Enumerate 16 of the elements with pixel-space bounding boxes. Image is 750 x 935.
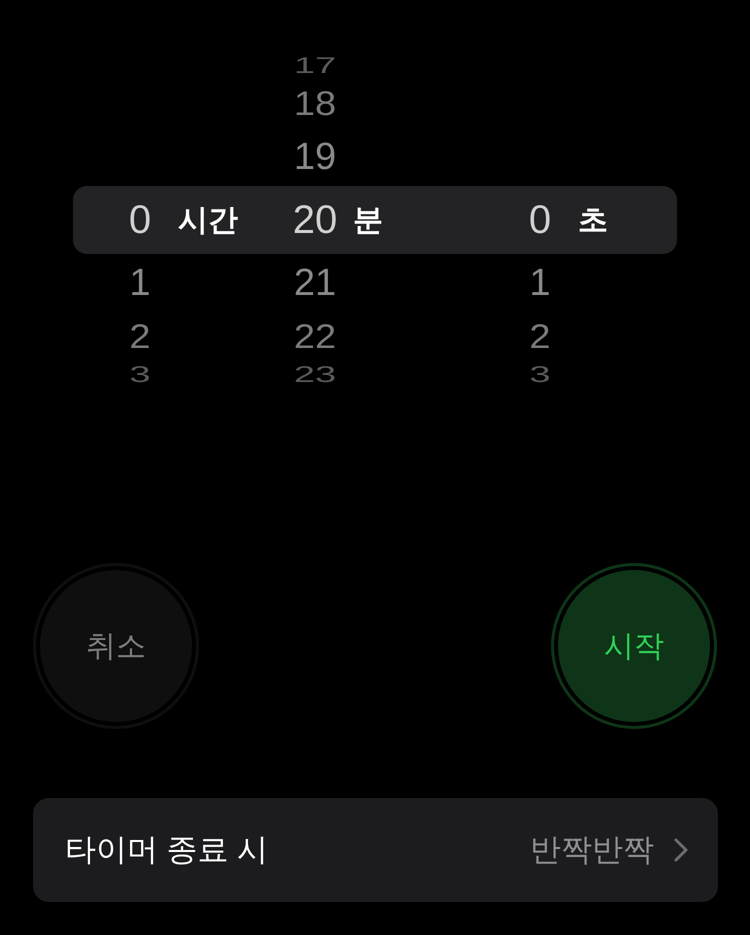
picker-value[interactable]: 19 (265, 138, 365, 176)
unit-label: 시간 (178, 202, 238, 238)
chevron-icon (674, 838, 688, 862)
picker-value[interactable]: 2 (490, 319, 590, 354)
picker-value[interactable]: 2 (90, 319, 190, 354)
timer-end-row[interactable]: 타이머 종료 시 반짝반짝 (33, 798, 718, 902)
start-button[interactable]: 시작 (551, 563, 717, 729)
unit-label: 분 (353, 202, 383, 238)
setting-value: 반짝반짝 (530, 831, 654, 869)
picker-value[interactable]: 21 (265, 264, 365, 302)
picker-value[interactable]: 18 (265, 86, 365, 121)
picker-value[interactable]: 22 (265, 319, 365, 354)
picker-value[interactable]: 1 (90, 264, 190, 302)
setting-label: 타이머 종료 시 (65, 831, 270, 869)
unit-label: 초 (578, 202, 608, 238)
picker-value[interactable]: 1 (490, 264, 590, 302)
